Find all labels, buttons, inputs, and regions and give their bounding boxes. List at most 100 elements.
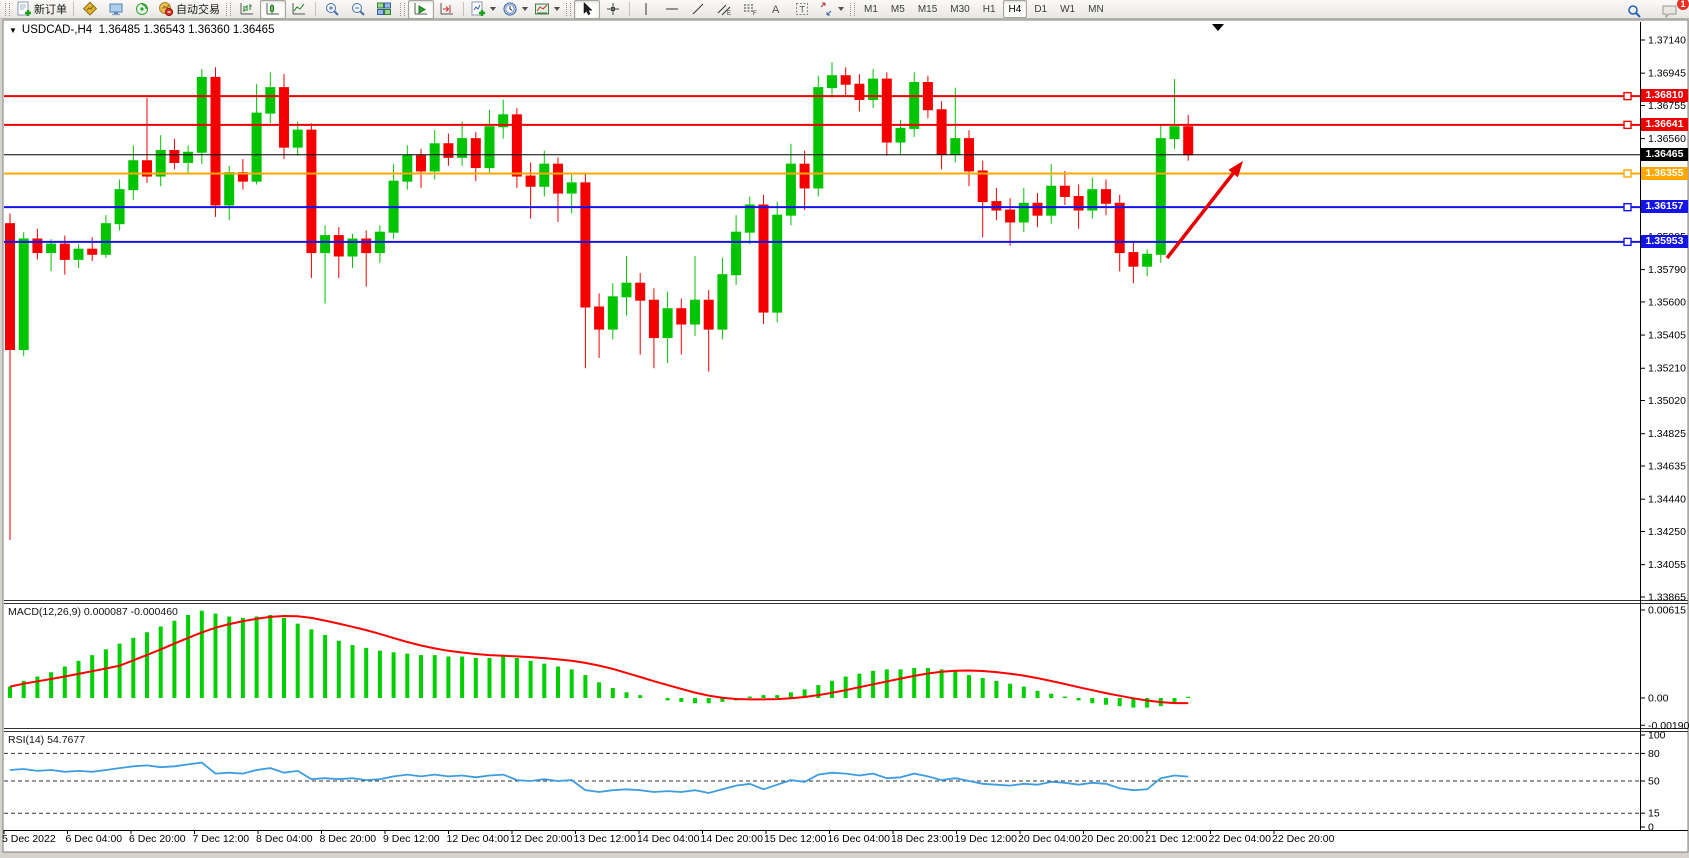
line-handle[interactable] bbox=[1624, 170, 1631, 177]
candle-body bbox=[786, 164, 795, 215]
cursor-tool-button[interactable] bbox=[574, 0, 600, 19]
new-order-icon bbox=[16, 1, 32, 17]
data-window-button[interactable] bbox=[103, 0, 129, 19]
time-axis-label: 18 Dec 23:00 bbox=[891, 833, 953, 845]
candle-body bbox=[718, 275, 727, 329]
candle-body bbox=[430, 144, 439, 171]
candle-body bbox=[800, 164, 809, 188]
indicators-dropdown-caret[interactable] bbox=[490, 7, 496, 11]
candle-body bbox=[636, 283, 645, 300]
candle-body bbox=[1156, 139, 1165, 255]
navigator-button[interactable] bbox=[129, 0, 155, 19]
templates-dropdown-caret[interactable] bbox=[554, 7, 560, 11]
text-tool-button[interactable]: A bbox=[763, 0, 789, 19]
candle-body bbox=[101, 224, 110, 255]
candle-body bbox=[732, 232, 741, 275]
vertical-line-tool-button[interactable] bbox=[633, 0, 659, 19]
chart-shift-marker[interactable] bbox=[1212, 24, 1224, 31]
data-window-icon bbox=[108, 1, 124, 17]
arrows-tool-button[interactable] bbox=[815, 0, 847, 19]
line-handle[interactable] bbox=[1624, 204, 1631, 211]
fibonacci-tool-button[interactable]: F bbox=[737, 0, 763, 19]
candle-body bbox=[691, 300, 700, 324]
time-axis-label: 20 Dec 20:00 bbox=[1082, 833, 1144, 845]
zoom-out-button[interactable] bbox=[345, 0, 371, 19]
community-chat-button[interactable]: 1 bbox=[1657, 1, 1683, 20]
timeframe-button-h1[interactable]: H1 bbox=[977, 0, 1002, 18]
candle-body bbox=[1115, 203, 1124, 252]
candle-body bbox=[417, 156, 426, 171]
line-handle[interactable] bbox=[1624, 238, 1631, 245]
svg-text:1.35790: 1.35790 bbox=[1648, 264, 1686, 276]
timeframe-button-m30[interactable]: M30 bbox=[944, 0, 975, 18]
candle-body bbox=[1143, 254, 1152, 266]
timeframe-button-d1[interactable]: D1 bbox=[1028, 0, 1053, 18]
candle-body bbox=[1074, 196, 1083, 210]
toolbar-grip[interactable] bbox=[5, 3, 10, 16]
chart-canvas[interactable]: 1.371401.369451.367551.365601.363701.361… bbox=[0, 0, 1689, 858]
candle-body bbox=[841, 76, 850, 85]
arrow-head bbox=[1228, 161, 1243, 177]
trendline-tool-button[interactable] bbox=[685, 0, 711, 19]
zoom-in-button[interactable] bbox=[319, 0, 345, 19]
time-axis-label: 7 Dec 12:00 bbox=[193, 833, 250, 845]
timeframe-button-m1[interactable]: M1 bbox=[858, 0, 884, 18]
svg-text:1.36560: 1.36560 bbox=[1648, 133, 1686, 145]
svg-text:1.33865: 1.33865 bbox=[1648, 591, 1686, 603]
toolbar-grip[interactable] bbox=[850, 3, 855, 16]
toolbar-grip[interactable] bbox=[566, 3, 571, 16]
candle-body bbox=[225, 173, 234, 205]
candle-body bbox=[184, 152, 193, 162]
equidistant-channel-tool-button[interactable]: E bbox=[711, 0, 737, 19]
line-handle[interactable] bbox=[1624, 93, 1631, 100]
search-button[interactable] bbox=[1621, 1, 1647, 20]
horizontal-line-tool-button[interactable] bbox=[659, 0, 685, 19]
candle-body bbox=[252, 113, 261, 181]
market-watch-button[interactable] bbox=[77, 0, 103, 19]
autotrading-button[interactable]: 自动交易 bbox=[155, 0, 223, 19]
svg-text:1.35210: 1.35210 bbox=[1648, 363, 1686, 375]
timeframe-button-h4[interactable]: H4 bbox=[1003, 0, 1028, 18]
periods-dropdown-caret[interactable] bbox=[522, 7, 528, 11]
toolbar-grip[interactable] bbox=[400, 3, 405, 16]
candle-body bbox=[403, 156, 412, 182]
time-axis-label: 12 Dec 20:00 bbox=[510, 833, 572, 845]
timeframe-button-w1[interactable]: W1 bbox=[1054, 0, 1081, 18]
chevron-down-icon[interactable]: ▼ bbox=[9, 26, 17, 35]
arrows-dropdown-caret[interactable] bbox=[838, 7, 844, 11]
candle-body bbox=[143, 161, 152, 176]
timeframe-button-mn[interactable]: MN bbox=[1082, 0, 1110, 18]
line-chart-mode-button[interactable] bbox=[286, 0, 312, 19]
crosshair-tool-button[interactable] bbox=[600, 0, 626, 19]
svg-text:0: 0 bbox=[1648, 822, 1654, 834]
new-order-button[interactable]: 新订单 bbox=[13, 0, 70, 19]
time-axis-label: 20 Dec 04:00 bbox=[1018, 833, 1080, 845]
text-label-tool-button[interactable]: T bbox=[789, 0, 815, 19]
candle-body bbox=[499, 115, 508, 127]
timeframe-button-m15[interactable]: M15 bbox=[912, 0, 943, 18]
candlestick-mode-button[interactable] bbox=[260, 0, 286, 19]
arrow-annotation[interactable] bbox=[1167, 171, 1235, 258]
line-handle[interactable] bbox=[1624, 121, 1631, 128]
candle-body bbox=[115, 190, 124, 224]
tile-windows-button[interactable] bbox=[371, 0, 397, 19]
bar-chart-mode-button[interactable] bbox=[234, 0, 260, 19]
indicators-button[interactable] bbox=[467, 0, 499, 19]
candle-body bbox=[540, 164, 549, 186]
candle-body bbox=[170, 151, 179, 163]
timeframe-button-m5[interactable]: M5 bbox=[885, 0, 911, 18]
periods-button[interactable] bbox=[499, 0, 531, 19]
search-icon bbox=[1626, 3, 1642, 19]
candle-body bbox=[266, 88, 275, 114]
price-line-label-1.36641: 1.36641 bbox=[1641, 118, 1688, 131]
candle-body bbox=[156, 151, 165, 177]
toolbar-grip[interactable] bbox=[226, 3, 231, 16]
svg-text:T: T bbox=[800, 5, 806, 15]
templates-button[interactable] bbox=[531, 0, 563, 19]
candle-body bbox=[485, 127, 494, 168]
auto-scroll-button[interactable] bbox=[408, 0, 434, 19]
rsi-current-value: 54.7677 bbox=[47, 734, 85, 746]
candle-body bbox=[855, 84, 864, 99]
candle-body bbox=[937, 110, 946, 154]
chart-shift-button[interactable] bbox=[434, 0, 460, 19]
